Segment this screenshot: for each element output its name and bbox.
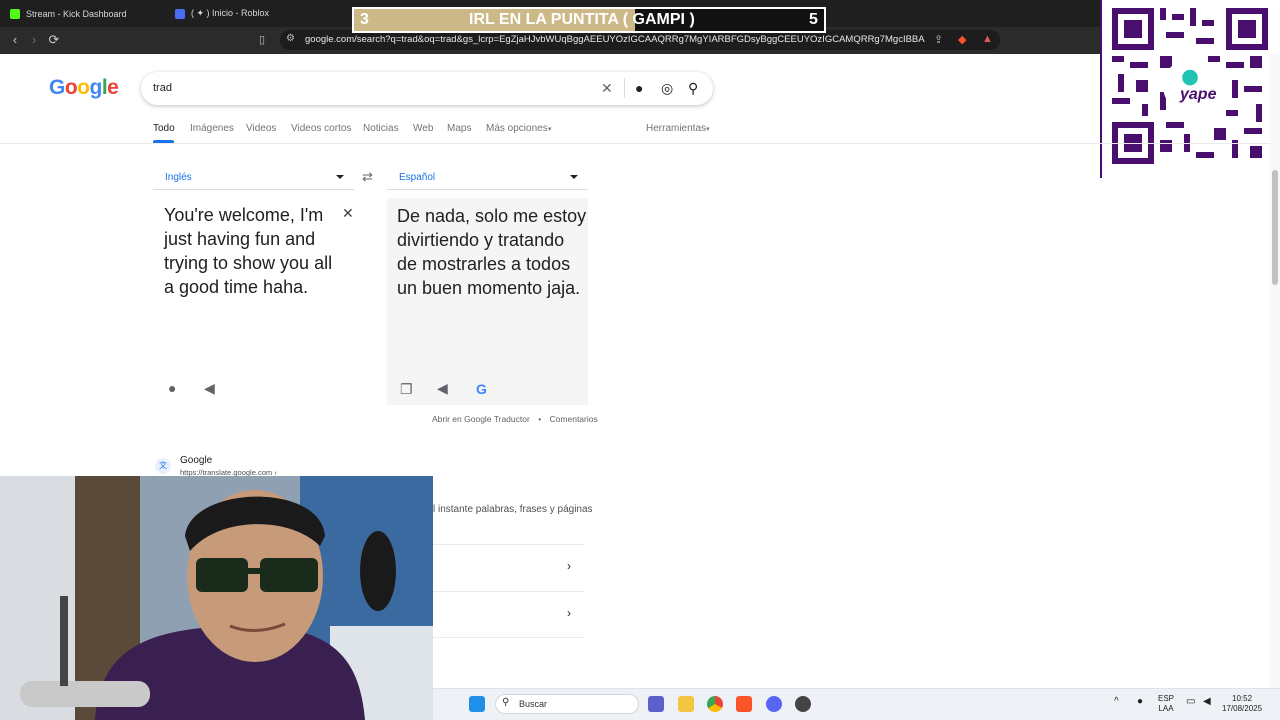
translate-footer: Abrir en Google Traductor • Comentarios — [432, 414, 598, 424]
sitelink-divider — [433, 544, 584, 545]
teams-icon[interactable] — [648, 696, 664, 712]
target-caret-icon — [570, 175, 578, 179]
lens-search-icon[interactable]: ◎ — [661, 80, 673, 97]
google-g-icon[interactable]: G — [476, 381, 487, 397]
tab-mas-opciones[interactable]: Más opciones — [486, 123, 548, 134]
tab-noticias[interactable]: Noticias — [363, 123, 399, 134]
translate-favicon-icon: 文 — [155, 458, 171, 474]
clock-date: 17/08/2025 — [1222, 704, 1263, 713]
clock[interactable]: 10:52 17/08/2025 — [1222, 694, 1262, 714]
taskbar-search[interactable] — [495, 694, 639, 714]
more-options-caret-icon[interactable]: ▾ — [548, 125, 552, 133]
yape-qr-code: yape — [1100, 0, 1280, 178]
result-snippet: l instante palabras, frases y páginas — [433, 504, 593, 515]
keyboard-layout: LAA — [1158, 704, 1174, 713]
source-caret-icon — [336, 175, 344, 179]
tab-roblox[interactable]: ( ✦ ) Inicio - Roblox — [165, 0, 335, 27]
open-translate-link[interactable]: Abrir en Google Traductor — [432, 414, 530, 424]
page-scrollbar[interactable] — [1270, 54, 1280, 688]
source-text-input[interactable]: You're welcome, I'm just having fun and … — [164, 203, 344, 299]
tab-maps[interactable]: Maps — [447, 123, 471, 134]
back-icon[interactable]: ‹ — [6, 31, 24, 49]
file-explorer-icon[interactable] — [678, 696, 694, 712]
source-language-select[interactable]: Inglés — [153, 164, 354, 190]
share-icon[interactable]: ⇪ — [934, 33, 943, 46]
feedback-link[interactable]: Comentarios — [550, 414, 598, 424]
swap-languages-icon[interactable]: ⇄ — [362, 169, 373, 185]
obs-icon[interactable] — [795, 696, 811, 712]
language-indicator[interactable]: ESP LAA — [1158, 694, 1174, 714]
clock-time: 10:52 — [1232, 694, 1253, 703]
brave-icon[interactable] — [736, 696, 752, 712]
active-tab-indicator — [153, 140, 174, 143]
tab-kick-dashboard[interactable]: Stream - Kick Dashboard — [0, 0, 165, 27]
tab-label: ( ✦ ) Inicio - Roblox — [191, 8, 270, 18]
forward-icon[interactable]: › — [25, 31, 43, 49]
taskbar-search-placeholder[interactable]: Buscar — [519, 699, 547, 709]
taskbar-search-icon: ⚲ — [502, 697, 510, 708]
translation-output-text: De nada, solo me estoy divirtiendo y tra… — [397, 206, 587, 298]
clear-source-icon[interactable]: ✕ — [342, 205, 354, 222]
bookmark-icon[interactable]: ▯ — [259, 33, 265, 46]
chevron-right-icon[interactable]: › — [567, 559, 571, 573]
kick-icon — [10, 8, 20, 19]
windows-start-icon[interactable] — [469, 696, 485, 712]
reload-icon[interactable]: ⟳ — [45, 31, 63, 49]
footer-separator: • — [538, 414, 542, 424]
speaker-target-icon[interactable]: ◀ — [437, 380, 448, 397]
google-logo[interactable]: Google — [49, 76, 119, 100]
result-source-name[interactable]: Google — [180, 455, 212, 466]
address-url[interactable]: google.com/search?q=trad&oq=trad&gs_lcrp… — [305, 34, 925, 45]
sitelink-divider — [433, 637, 584, 638]
speaker-source-icon[interactable]: ◀ — [204, 380, 215, 397]
network-icon[interactable]: ▭ — [1186, 697, 1195, 707]
chevron-right-icon[interactable]: › — [567, 606, 571, 620]
copy-icon[interactable]: ❐ — [400, 381, 413, 398]
tools-button[interactable]: Herramientas — [646, 123, 706, 134]
tools-caret-icon[interactable]: ▾ — [706, 125, 710, 133]
target-language-label: Español — [399, 172, 436, 183]
microphone-tray-icon[interactable]: ● — [1137, 697, 1143, 707]
tab-videos[interactable]: Videos — [246, 123, 276, 134]
tray-overflow-icon[interactable]: ^ — [1114, 697, 1119, 707]
scrollbar-thumb[interactable] — [1272, 170, 1278, 285]
tab-todo[interactable]: Todo — [153, 123, 175, 134]
stream-title-overlay: 3 IRL EN LA PUNTITA ( GAMPI ) 5 — [352, 7, 826, 33]
roblox-icon — [175, 8, 185, 19]
overlay-title: IRL EN LA PUNTITA ( GAMPI ) — [469, 11, 695, 28]
yape-logo-text: yape — [1180, 86, 1217, 103]
target-language-select[interactable]: Español — [387, 164, 588, 190]
language-code: ESP — [1158, 694, 1175, 703]
search-icon[interactable]: ⚲ — [688, 80, 698, 97]
brave-rewards-icon[interactable]: ▲ — [982, 33, 993, 45]
overlay-right-number: 5 — [809, 11, 818, 28]
webcam-image — [0, 476, 433, 720]
microphone-icon[interactable]: ● — [168, 380, 176, 396]
tab-label: Stream - Kick Dashboard — [26, 8, 127, 19]
search-divider — [624, 78, 625, 98]
overlay-left-number: 3 — [360, 11, 369, 28]
discord-icon[interactable] — [766, 696, 782, 712]
site-info-icon[interactable]: ⚙ — [286, 33, 295, 44]
search-box[interactable] — [141, 72, 713, 105]
voice-search-icon[interactable]: ● — [635, 80, 643, 96]
tab-videos-cortos[interactable]: Videos cortos — [291, 123, 351, 134]
volume-icon[interactable]: ◀ — [1203, 697, 1211, 707]
brave-shields-icon[interactable]: ◆ — [958, 33, 966, 46]
chrome-icon[interactable] — [707, 696, 723, 712]
clear-search-icon[interactable]: ✕ — [601, 80, 613, 97]
tab-imagenes[interactable]: Imágenes — [190, 123, 234, 134]
sitelink-divider — [433, 591, 584, 592]
search-input[interactable]: trad — [153, 82, 172, 94]
tab-web[interactable]: Web — [413, 123, 433, 134]
source-language-label: Inglés — [165, 172, 192, 183]
webcam-feed — [0, 476, 433, 720]
